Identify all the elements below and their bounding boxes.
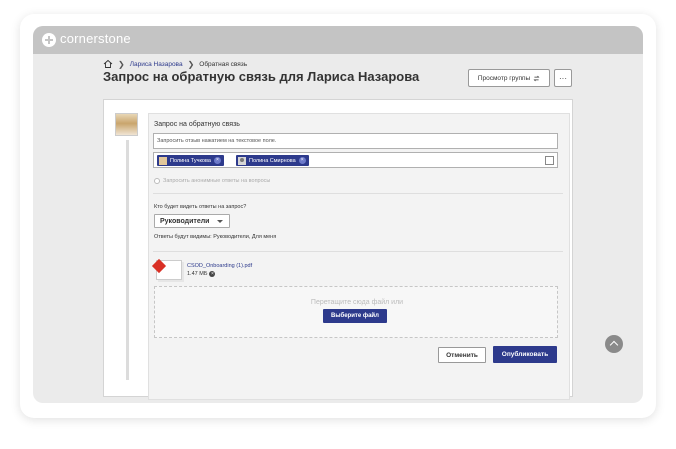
view-group-button[interactable]: Просмотр группы bbox=[468, 69, 550, 87]
view-group-label: Просмотр группы bbox=[477, 74, 531, 82]
attachment-link[interactable]: CSOD_Onboarding (1).pdf bbox=[187, 263, 252, 269]
divider bbox=[153, 193, 563, 194]
file-dropzone[interactable]: Перетащите сюда файл или Выберите файл bbox=[154, 286, 558, 338]
top-bar: cornerstone bbox=[33, 26, 643, 54]
visibility-selected: Руководители bbox=[160, 217, 210, 225]
breadcrumb-link[interactable]: Лариса Назарова bbox=[130, 61, 183, 68]
more-button[interactable]: ··· bbox=[554, 69, 572, 87]
recipient-name: Полина Тучкова bbox=[170, 157, 211, 164]
user-icon bbox=[238, 156, 246, 165]
chevron-down-icon bbox=[217, 220, 223, 223]
form-label: Запрос на обратную связь bbox=[154, 121, 240, 128]
scroll-to-top-button[interactable] bbox=[605, 335, 623, 353]
anonymous-checkbox bbox=[154, 178, 160, 184]
request-form: Запрос на обратную связь Запросить отзыв… bbox=[148, 113, 570, 400]
pdf-file-icon bbox=[151, 258, 184, 280]
visibility-question: Кто будет видеть ответы на запрос? bbox=[154, 204, 247, 210]
avatar bbox=[159, 156, 167, 165]
address-book-icon[interactable] bbox=[545, 156, 554, 165]
dropzone-text: Перетащите сюда файл или bbox=[310, 299, 404, 306]
close-icon[interactable]: × bbox=[213, 157, 221, 164]
thread-line bbox=[126, 140, 129, 380]
cornerstone-logo-icon bbox=[42, 33, 56, 47]
feedback-card: Запрос на обратную связь Запросить отзыв… bbox=[103, 99, 573, 400]
recipient-chip[interactable]: Полина Смирнова × bbox=[236, 155, 309, 166]
publish-button[interactable]: Опубликовать bbox=[493, 346, 557, 363]
attachment-size: 1.47 МБ bbox=[187, 271, 208, 277]
home-icon[interactable] bbox=[103, 59, 113, 69]
close-icon[interactable]: × bbox=[298, 157, 306, 164]
recipient-name: Полина Смирнова bbox=[249, 157, 296, 164]
avatar bbox=[115, 113, 138, 136]
visibility-note: Ответы будут видимы: Руководители, Для м… bbox=[154, 234, 277, 240]
breadcrumb-current: Обратная связь bbox=[199, 60, 248, 68]
visibility-select[interactable]: Руководители bbox=[154, 214, 230, 228]
brand-name[interactable]: cornerstone bbox=[60, 31, 131, 46]
refresh-icon bbox=[533, 75, 540, 81]
anonymous-label: Запросить анонимные ответы на вопросы bbox=[163, 178, 271, 184]
feedback-text-input[interactable]: Запросить отзыв нажатием на текстовое по… bbox=[153, 133, 558, 149]
cancel-button[interactable]: Отменить bbox=[438, 347, 486, 363]
choose-file-button[interactable]: Выберите файл bbox=[323, 309, 387, 323]
recipients-field[interactable]: Полина Тучкова × Полина Смирнова × bbox=[153, 152, 558, 168]
attachment-size-row: 1.47 МБ × bbox=[187, 271, 216, 277]
remove-icon[interactable]: × bbox=[209, 271, 216, 277]
page-title: Запрос на обратную связь для Лариса Наза… bbox=[103, 69, 420, 84]
chevron-right-icon: ❯ bbox=[118, 59, 125, 69]
recipient-chip[interactable]: Полина Тучкова × bbox=[157, 155, 224, 166]
chevron-right-icon: ❯ bbox=[187, 59, 195, 69]
divider bbox=[153, 251, 563, 252]
anonymous-option: Запросить анонимные ответы на вопросы bbox=[154, 178, 270, 184]
app-window: cornerstone ❯ Лариса Назарова ❯ Обратная… bbox=[33, 26, 643, 403]
